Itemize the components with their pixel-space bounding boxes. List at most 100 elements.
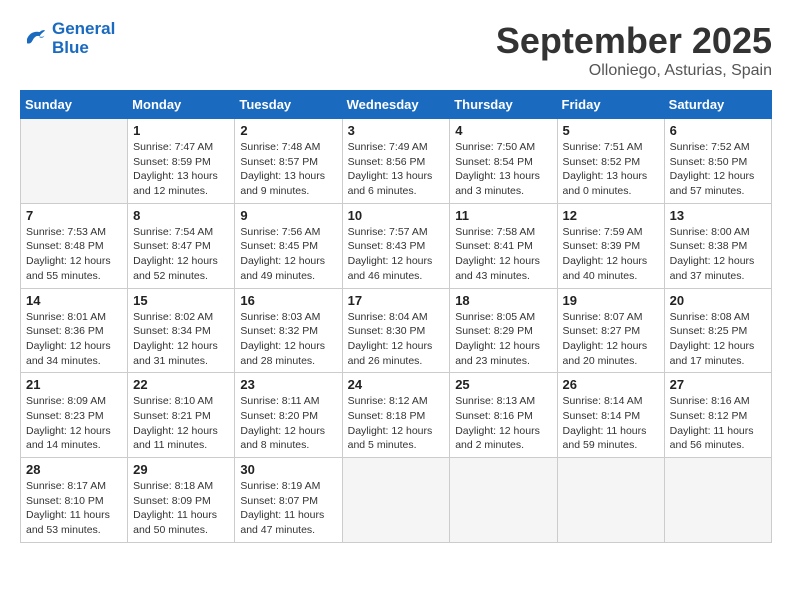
day-info: Sunrise: 7:59 AMSunset: 8:39 PMDaylight:… [563,225,659,284]
day-info: Sunrise: 7:50 AMSunset: 8:54 PMDaylight:… [455,140,551,199]
logo-bird-icon [20,25,48,53]
day-number: 23 [240,377,336,392]
calendar-cell: 25 Sunrise: 8:13 AMSunset: 8:16 PMDayligh… [450,373,557,458]
day-number: 20 [670,293,766,308]
day-info: Sunrise: 8:01 AMSunset: 8:36 PMDaylight:… [26,310,122,369]
day-number: 25 [455,377,551,392]
calendar-cell: 29 Sunrise: 8:18 AMSunset: 8:09 PMDayligh… [128,458,235,543]
calendar-cell: 9 Sunrise: 7:56 AMSunset: 8:45 PMDaylight… [235,203,342,288]
day-info: Sunrise: 7:54 AMSunset: 8:47 PMDaylight:… [133,225,229,284]
day-number: 4 [455,123,551,138]
day-number: 15 [133,293,229,308]
day-info: Sunrise: 7:51 AMSunset: 8:52 PMDaylight:… [563,140,659,199]
title-area: September 2025 Olloniego, Asturias, Spai… [496,20,772,80]
calendar-cell [450,458,557,543]
calendar-cell: 22 Sunrise: 8:10 AMSunset: 8:21 PMDayligh… [128,373,235,458]
day-number: 21 [26,377,122,392]
weekday-header-sunday: Sunday [21,91,128,119]
day-info: Sunrise: 8:05 AMSunset: 8:29 PMDaylight:… [455,310,551,369]
day-info: Sunrise: 8:00 AMSunset: 8:38 PMDaylight:… [670,225,766,284]
calendar-cell: 2 Sunrise: 7:48 AMSunset: 8:57 PMDaylight… [235,119,342,204]
calendar-cell: 1Sunrise: 7:47 AMSunset: 8:59 PMDaylight… [128,119,235,204]
calendar-cell: 15 Sunrise: 8:02 AMSunset: 8:34 PMDayligh… [128,288,235,373]
calendar: SundayMondayTuesdayWednesdayThursdayFrid… [20,90,772,543]
location: Olloniego, Asturias, Spain [496,62,772,80]
day-info: Sunrise: 7:53 AMSunset: 8:48 PMDaylight:… [26,225,122,284]
calendar-cell: 11Sunrise: 7:58 AMSunset: 8:41 PMDayligh… [450,203,557,288]
calendar-cell [557,458,664,543]
weekday-header-saturday: Saturday [664,91,771,119]
day-number: 12 [563,208,659,223]
calendar-cell [664,458,771,543]
day-number: 16 [240,293,336,308]
weekday-header-wednesday: Wednesday [342,91,450,119]
day-number: 17 [348,293,445,308]
calendar-cell: 18 Sunrise: 8:05 AMSunset: 8:29 PMDayligh… [450,288,557,373]
calendar-cell: 21Sunrise: 8:09 AMSunset: 8:23 PMDayligh… [21,373,128,458]
day-number: 27 [670,377,766,392]
calendar-cell: 13 Sunrise: 8:00 AMSunset: 8:38 PMDayligh… [664,203,771,288]
logo-line1: General [52,19,115,38]
day-number: 24 [348,377,445,392]
week-row-1: 1Sunrise: 7:47 AMSunset: 8:59 PMDaylight… [21,119,772,204]
calendar-cell: 30Sunrise: 8:19 AMSunset: 8:07 PMDayligh… [235,458,342,543]
day-number: 8 [133,208,229,223]
day-number: 29 [133,462,229,477]
calendar-cell: 3 Sunrise: 7:49 AMSunset: 8:56 PMDaylight… [342,119,450,204]
header: General Blue September 2025 Olloniego, A… [20,20,772,80]
weekday-header-thursday: Thursday [450,91,557,119]
day-info: Sunrise: 7:56 AMSunset: 8:45 PMDaylight:… [240,225,336,284]
calendar-cell: 4 Sunrise: 7:50 AMSunset: 8:54 PMDaylight… [450,119,557,204]
calendar-cell: 10Sunrise: 7:57 AMSunset: 8:43 PMDayligh… [342,203,450,288]
day-info: Sunrise: 8:14 AMSunset: 8:14 PMDaylight:… [563,394,659,453]
day-number: 22 [133,377,229,392]
week-row-5: 28Sunrise: 8:17 AMSunset: 8:10 PMDayligh… [21,458,772,543]
calendar-cell: 26 Sunrise: 8:14 AMSunset: 8:14 PMDayligh… [557,373,664,458]
day-info: Sunrise: 7:57 AMSunset: 8:43 PMDaylight:… [348,225,445,284]
day-info: Sunrise: 8:11 AMSunset: 8:20 PMDaylight:… [240,394,336,453]
day-info: Sunrise: 7:49 AMSunset: 8:56 PMDaylight:… [348,140,445,199]
calendar-cell: 19 Sunrise: 8:07 AMSunset: 8:27 PMDayligh… [557,288,664,373]
calendar-cell: 24 Sunrise: 8:12 AMSunset: 8:18 PMDayligh… [342,373,450,458]
day-info: Sunrise: 8:13 AMSunset: 8:16 PMDaylight:… [455,394,551,453]
calendar-cell: 23 Sunrise: 8:11 AMSunset: 8:20 PMDayligh… [235,373,342,458]
day-number: 6 [670,123,766,138]
calendar-cell: 12 Sunrise: 7:59 AMSunset: 8:39 PMDayligh… [557,203,664,288]
day-number: 28 [26,462,122,477]
calendar-cell: 17Sunrise: 8:04 AMSunset: 8:30 PMDayligh… [342,288,450,373]
day-info: Sunrise: 8:10 AMSunset: 8:21 PMDaylight:… [133,394,229,453]
day-number: 13 [670,208,766,223]
calendar-cell [21,119,128,204]
day-number: 30 [240,462,336,477]
day-info: Sunrise: 7:48 AMSunset: 8:57 PMDaylight:… [240,140,336,199]
month-title: September 2025 [496,20,772,62]
weekday-header-friday: Friday [557,91,664,119]
calendar-cell: 20 Sunrise: 8:08 AMSunset: 8:25 PMDayligh… [664,288,771,373]
day-info: Sunrise: 8:03 AMSunset: 8:32 PMDaylight:… [240,310,336,369]
day-info: Sunrise: 8:08 AMSunset: 8:25 PMDaylight:… [670,310,766,369]
week-row-2: 7Sunrise: 7:53 AMSunset: 8:48 PMDaylight… [21,203,772,288]
day-info: Sunrise: 8:16 AMSunset: 8:12 PMDaylight:… [670,394,766,453]
day-info: Sunrise: 7:52 AMSunset: 8:50 PMDaylight:… [670,140,766,199]
weekday-header-row: SundayMondayTuesdayWednesdayThursdayFrid… [21,91,772,119]
day-info: Sunrise: 8:07 AMSunset: 8:27 PMDaylight:… [563,310,659,369]
day-info: Sunrise: 8:02 AMSunset: 8:34 PMDaylight:… [133,310,229,369]
day-info: Sunrise: 8:12 AMSunset: 8:18 PMDaylight:… [348,394,445,453]
logo: General Blue [20,20,115,57]
day-info: Sunrise: 8:18 AMSunset: 8:09 PMDaylight:… [133,479,229,538]
week-row-3: 14 Sunrise: 8:01 AMSunset: 8:36 PMDayligh… [21,288,772,373]
day-info: Sunrise: 7:58 AMSunset: 8:41 PMDaylight:… [455,225,551,284]
calendar-cell [342,458,450,543]
day-number: 9 [240,208,336,223]
calendar-cell: 8 Sunrise: 7:54 AMSunset: 8:47 PMDaylight… [128,203,235,288]
day-number: 26 [563,377,659,392]
day-number: 5 [563,123,659,138]
day-number: 14 [26,293,122,308]
calendar-cell: 5 Sunrise: 7:51 AMSunset: 8:52 PMDaylight… [557,119,664,204]
day-number: 2 [240,123,336,138]
calendar-cell: 6 Sunrise: 7:52 AMSunset: 8:50 PMDaylight… [664,119,771,204]
day-number: 3 [348,123,445,138]
day-number: 19 [563,293,659,308]
calendar-cell: 27 Sunrise: 8:16 AMSunset: 8:12 PMDayligh… [664,373,771,458]
day-number: 18 [455,293,551,308]
